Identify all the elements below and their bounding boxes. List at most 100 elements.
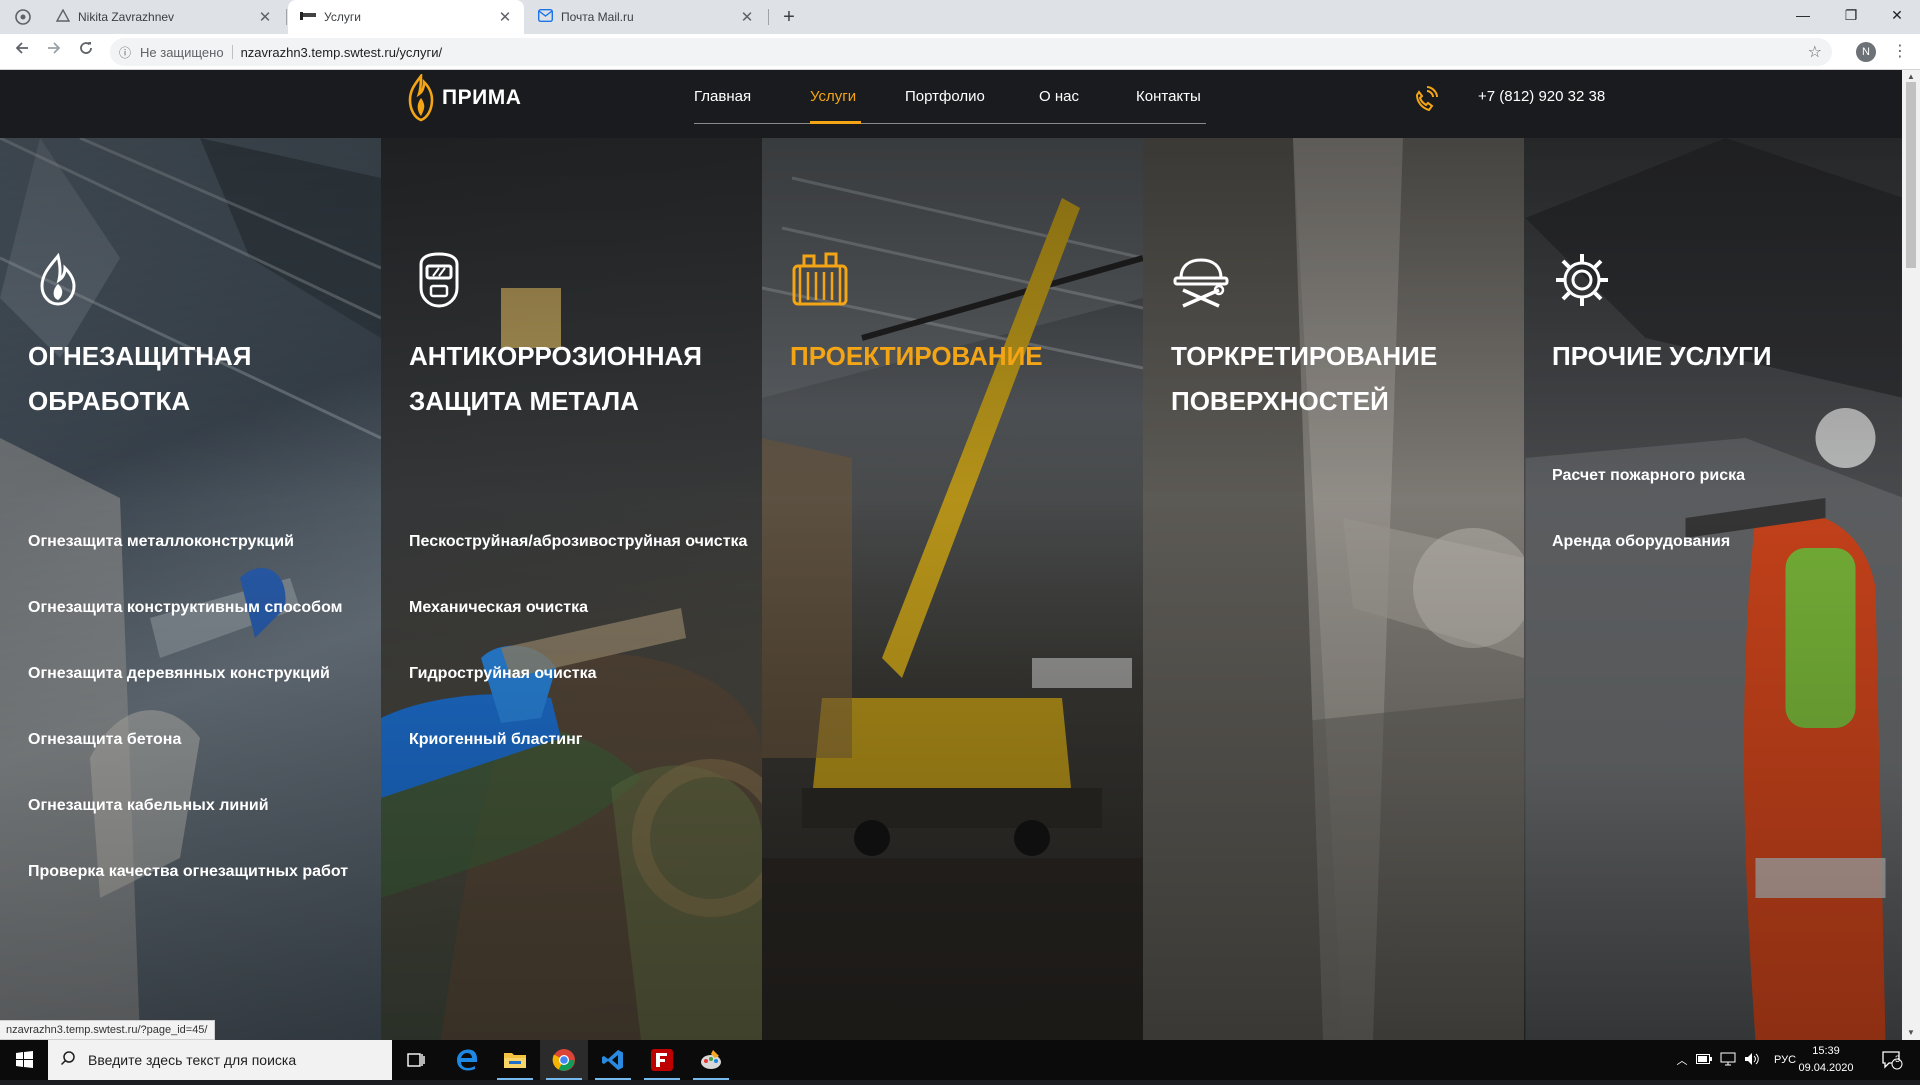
service-column-shotcrete[interactable]: Торкретирование поверхностей xyxy=(1143,138,1524,1040)
new-tab-button[interactable]: + xyxy=(776,4,802,30)
nav-home[interactable]: Главная xyxy=(694,88,751,105)
service-item[interactable]: Огнезащита бетона xyxy=(28,716,373,763)
browser-tab-bar: Nikita Zavrazhnev ✕ Услуги ✕ Почта Mail.… xyxy=(0,0,1920,34)
tab-title: Услуги xyxy=(324,10,361,24)
clock-time: 15:39 xyxy=(1812,1045,1840,1057)
scroll-thumb[interactable] xyxy=(1906,82,1916,268)
tab-mail[interactable]: Почта Mail.ru ✕ xyxy=(526,0,766,34)
service-title: Прочие услуги xyxy=(1552,341,1772,371)
task-view-icon[interactable] xyxy=(392,1040,440,1080)
blueprint-icon xyxy=(792,252,848,306)
service-item[interactable]: Проверка качества огнезащитных работ xyxy=(28,848,373,895)
system-tray: ︿ РУС xyxy=(1672,1040,1796,1080)
close-tab-icon[interactable]: ✕ xyxy=(740,8,754,26)
nav-contacts[interactable]: Контакты xyxy=(1136,88,1201,105)
service-item[interactable]: Огнезащита деревянных конструкций xyxy=(28,650,373,697)
clock-date: 09.04.2020 xyxy=(1798,1062,1854,1074)
scroll-down-icon[interactable]: ▼ xyxy=(1902,1026,1920,1040)
service-item[interactable]: Огнезащита металлоконструкций xyxy=(28,518,373,565)
language-indicator[interactable]: РУС xyxy=(1774,1054,1796,1066)
service-item[interactable]: Пескоструйная/аброзивоструйная очистка xyxy=(409,518,754,565)
chrome-icon[interactable] xyxy=(540,1040,588,1080)
file-explorer-icon[interactable] xyxy=(491,1040,539,1080)
battery-icon[interactable] xyxy=(1692,1053,1716,1067)
windows-start-icon[interactable] xyxy=(0,1040,48,1080)
close-tab-icon[interactable]: ✕ xyxy=(498,8,512,26)
service-items: Расчет пожарного риска Аренда оборудован… xyxy=(1552,452,1897,584)
search-placeholder: Введите здесь текст для поиска xyxy=(88,1052,297,1068)
notifications-icon[interactable]: 3 xyxy=(1872,1040,1912,1080)
logo-text: ПРИМА xyxy=(442,86,522,109)
service-column-other[interactable]: Прочие услуги Расчет пожарного риска Аре… xyxy=(1524,138,1902,1040)
url-text: nzavrazhn3.temp.swtest.ru/услуги/ xyxy=(240,44,443,60)
mail-envelope-icon xyxy=(537,8,554,25)
taskbar-search[interactable]: Введите здесь текст для поиска xyxy=(48,1040,392,1080)
paint-icon[interactable] xyxy=(687,1040,735,1080)
edge-icon[interactable] xyxy=(443,1040,491,1080)
service-item[interactable]: Огнезащита кабельных линий xyxy=(28,782,373,829)
tab-title: Nikita Zavrazhnev xyxy=(78,10,175,24)
triangle-drive-icon xyxy=(55,8,71,26)
service-item[interactable]: Криогенный бластинг xyxy=(409,716,754,763)
reload-icon[interactable] xyxy=(72,38,100,66)
service-items: Огнезащита металлоконструкций Огнезащита… xyxy=(28,518,373,914)
service-item[interactable]: Огнезащита конструктивным способом xyxy=(28,584,373,631)
bookmark-star-icon[interactable]: ☆ xyxy=(1808,42,1822,62)
close-tab-icon[interactable]: ✕ xyxy=(258,8,272,26)
site-logo[interactable]: ПРИМА xyxy=(406,74,521,122)
service-title: Огнезащитная обработка xyxy=(28,341,252,416)
profile-avatar[interactable]: N xyxy=(1856,42,1876,62)
chevron-up-icon[interactable]: ︿ xyxy=(1672,1052,1692,1068)
service-title: Торкретирование поверхностей xyxy=(1171,341,1438,416)
nav-services[interactable]: Услуги xyxy=(810,88,856,105)
browser-menu-icon[interactable] xyxy=(14,8,32,26)
clock[interactable]: 15:39 09.04.2020 xyxy=(1796,1043,1856,1077)
forward-icon[interactable] xyxy=(40,38,68,66)
site-header: ПРИМА Главная Услуги Портфолио О нас Кон… xyxy=(0,70,1902,138)
service-item[interactable]: Механическая очистка xyxy=(409,584,754,631)
tab-services[interactable]: Услуги ✕ xyxy=(288,0,524,34)
close-window-icon[interactable]: ✕ xyxy=(1874,0,1920,30)
welding-mask-icon xyxy=(419,252,459,308)
windows-taskbar: Введите здесь текст для поиска ︿ РУС 15:… xyxy=(0,1040,1920,1080)
vscode-icon[interactable] xyxy=(589,1040,637,1080)
network-icon[interactable] xyxy=(1716,1052,1740,1069)
nav-about[interactable]: О нас xyxy=(1039,88,1079,105)
site-flag-icon xyxy=(300,10,316,25)
service-item[interactable]: Гидроструйная очистка xyxy=(409,650,754,697)
address-bar[interactable]: ⓘ Не защищено nzavrazhn3.temp.swtest.ru/… xyxy=(110,38,1832,66)
tab-drive[interactable]: Nikita Zavrazhnev ✕ xyxy=(44,0,284,34)
services-grid: Огнезащитная обработка Огнезащита металл… xyxy=(0,138,1902,1040)
main-nav: Главная Услуги Портфолио О нас Контакты xyxy=(694,70,1206,124)
security-label: Не защищено xyxy=(140,44,224,60)
restore-icon[interactable]: ❐ xyxy=(1828,0,1874,30)
service-title: Антикоррозионная защита метала xyxy=(409,341,702,416)
gear-icon xyxy=(1556,254,1608,306)
browser-toolbar: ⓘ Не защищено nzavrazhn3.temp.swtest.ru/… xyxy=(0,34,1920,70)
service-item[interactable]: Аренда оборудования xyxy=(1552,518,1897,565)
service-column-design[interactable]: Проектирование xyxy=(762,138,1143,1040)
service-column-fireproofing[interactable]: Огнезащитная обработка Огнезащита металл… xyxy=(0,138,381,1040)
service-column-anticorrosion[interactable]: Антикоррозионная защита метала Пескостру… xyxy=(381,138,762,1040)
notification-count: 3 xyxy=(1895,1054,1901,1064)
service-items: Пескоструйная/аброзивоструйная очистка М… xyxy=(409,518,754,782)
page-scrollbar[interactable]: ▲ ▼ xyxy=(1902,70,1920,1040)
service-item[interactable]: Расчет пожарного риска xyxy=(1552,452,1897,499)
info-icon[interactable]: ⓘ xyxy=(110,44,140,61)
hardhat-tools-icon xyxy=(1173,258,1229,308)
link-status-bubble: nzavrazhn3.temp.swtest.ru/?page_id=45/ xyxy=(0,1020,215,1040)
phone-icon xyxy=(1415,86,1438,112)
minimize-icon[interactable]: — xyxy=(1780,0,1826,30)
logo-flame-icon xyxy=(408,74,434,122)
flame-icon xyxy=(40,252,76,306)
search-icon xyxy=(48,1050,88,1070)
service-title: Проектирование xyxy=(790,341,1043,371)
browser-menu-kebab-icon[interactable]: ⋮ xyxy=(1890,40,1910,64)
phone-number[interactable]: +7 (812) 920 32 38 xyxy=(1478,88,1605,105)
nav-portfolio[interactable]: Портфолио xyxy=(905,88,985,105)
tab-title: Почта Mail.ru xyxy=(561,10,634,24)
active-nav-indicator xyxy=(810,121,861,124)
filezilla-icon[interactable] xyxy=(638,1040,686,1080)
back-icon[interactable] xyxy=(8,38,36,66)
volume-icon[interactable] xyxy=(1740,1052,1764,1069)
